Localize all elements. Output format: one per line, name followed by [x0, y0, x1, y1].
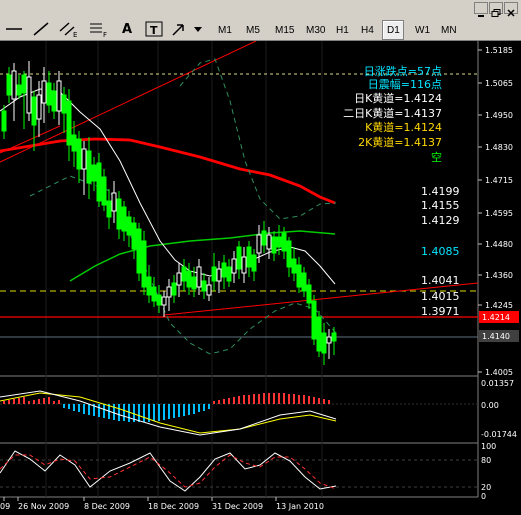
minimize-icon: [478, 15, 484, 17]
price-tick-label: 1.4005: [485, 368, 513, 377]
annotation-text: K黄道=1.4124: [365, 120, 442, 134]
timeframe-mn[interactable]: MN: [436, 20, 460, 40]
candlestick: [316, 311, 322, 357]
equidistant-channel-tool[interactable]: E: [56, 18, 82, 40]
level-label: 1.4155: [421, 199, 460, 212]
close-icon: [507, 9, 515, 17]
restore-icon: [491, 9, 501, 17]
time-tick-label: 13 Jan 2010: [276, 502, 324, 511]
annotation-text: 2K黄道=1.4137: [358, 135, 442, 149]
chart-toolbar: E F A T M1 M5 M15 M30 H1 H4 D1 W1 MN: [0, 0, 521, 41]
svg-text:E: E: [73, 31, 77, 38]
close-button[interactable]: [504, 2, 518, 17]
price-tick-label: 1.4245: [485, 301, 513, 310]
price-tick-label: 1.4595: [485, 209, 513, 218]
price-tick-label: 1.4360: [485, 271, 513, 280]
price-chart[interactable]: 1.5185 1.5065 1.4950 1.4830 1.4715 1.4595 1.44…: [0, 41, 521, 515]
price-tick-label: 1.4715: [485, 176, 513, 185]
price-tick-label: 1.5065: [485, 79, 513, 88]
arrow-tool[interactable]: [168, 18, 190, 40]
level-label: 1.3971: [421, 305, 460, 318]
annotation-text: 空: [431, 150, 442, 164]
fibonacci-icon: F: [90, 23, 107, 38]
level-label: 1.4085: [421, 245, 460, 258]
timeframe-m1[interactable]: M1: [213, 20, 237, 40]
macd-axis-label: -0.01744: [481, 430, 517, 439]
trendline-icon: [33, 22, 49, 36]
annotation-text: 日K黄道=1.4124: [354, 91, 442, 105]
svg-text:T: T: [150, 24, 158, 37]
time-tick-label: 8 Dec 2009: [84, 502, 130, 511]
price-tick-label: 1.4480: [485, 240, 513, 249]
equidistant-channel-icon: E: [59, 22, 77, 38]
text-tool[interactable]: A: [116, 18, 138, 40]
trendline-tool[interactable]: [29, 18, 53, 40]
candlestick: [141, 231, 147, 295]
candlestick: [136, 223, 142, 281]
current-price-label: 1.4214: [482, 313, 510, 322]
annotation-text: 二日K黄道=1.4137: [343, 106, 442, 120]
annotation-text: 日涨跌点=57点: [364, 64, 442, 78]
timeframe-d1[interactable]: D1: [382, 20, 404, 40]
arrow-icon: [172, 24, 184, 36]
osc-axis-label: 20: [481, 483, 491, 492]
bid-price-badge: 1.4140: [479, 330, 519, 342]
hline-tool[interactable]: [2, 18, 26, 40]
timeframe-h4[interactable]: H4: [356, 20, 378, 40]
dropdown-arrow-icon: [194, 27, 202, 32]
current-price-badge: 1.4214: [479, 311, 519, 323]
price-tick-label: 1.4950: [485, 111, 513, 120]
timeframe-m30[interactable]: M30: [301, 20, 327, 40]
level-label: 1.4129: [421, 214, 460, 227]
osc-axis-label: 80: [481, 456, 491, 465]
bid-price-label: 1.4140: [482, 332, 510, 341]
price-tick-label: 1.5185: [485, 46, 513, 55]
tools-dropdown[interactable]: [191, 18, 205, 40]
level-label: 1.4199: [421, 185, 460, 198]
restore-button[interactable]: [489, 2, 503, 17]
svg-text:F: F: [103, 31, 107, 38]
osc-axis-label: 0: [481, 492, 486, 501]
level-label: 1.4041: [421, 274, 460, 287]
time-tick-label: 31 Dec 2009: [212, 502, 263, 511]
text-tool-label: A: [121, 21, 133, 37]
time-tick-label: 18 Dec 2009: [148, 502, 199, 511]
fibonacci-tool[interactable]: F: [86, 18, 112, 40]
time-tick-label: 09: [0, 502, 10, 511]
timeframe-m15[interactable]: M15: [270, 20, 297, 40]
candlestick: [311, 295, 317, 345]
price-tick-label: 1.4830: [485, 143, 513, 152]
macd-axis-label: 0.00: [481, 401, 499, 410]
macd-axis-label: 0.01357: [481, 379, 514, 388]
time-tick-label: 26 Nov 2009: [18, 502, 69, 511]
minimize-button[interactable]: [474, 2, 488, 17]
label-icon: T: [145, 21, 163, 37]
timeframe-m5[interactable]: M5: [241, 20, 265, 40]
osc-axis-label: 100: [481, 442, 496, 451]
hline-icon: [6, 28, 22, 30]
timeframe-h1[interactable]: H1: [331, 20, 353, 40]
timeframe-w1[interactable]: W1: [410, 20, 432, 40]
level-label: 1.4015: [421, 290, 460, 303]
annotation-text: 日震幅=116点: [368, 78, 442, 91]
label-tool[interactable]: T: [143, 18, 165, 40]
